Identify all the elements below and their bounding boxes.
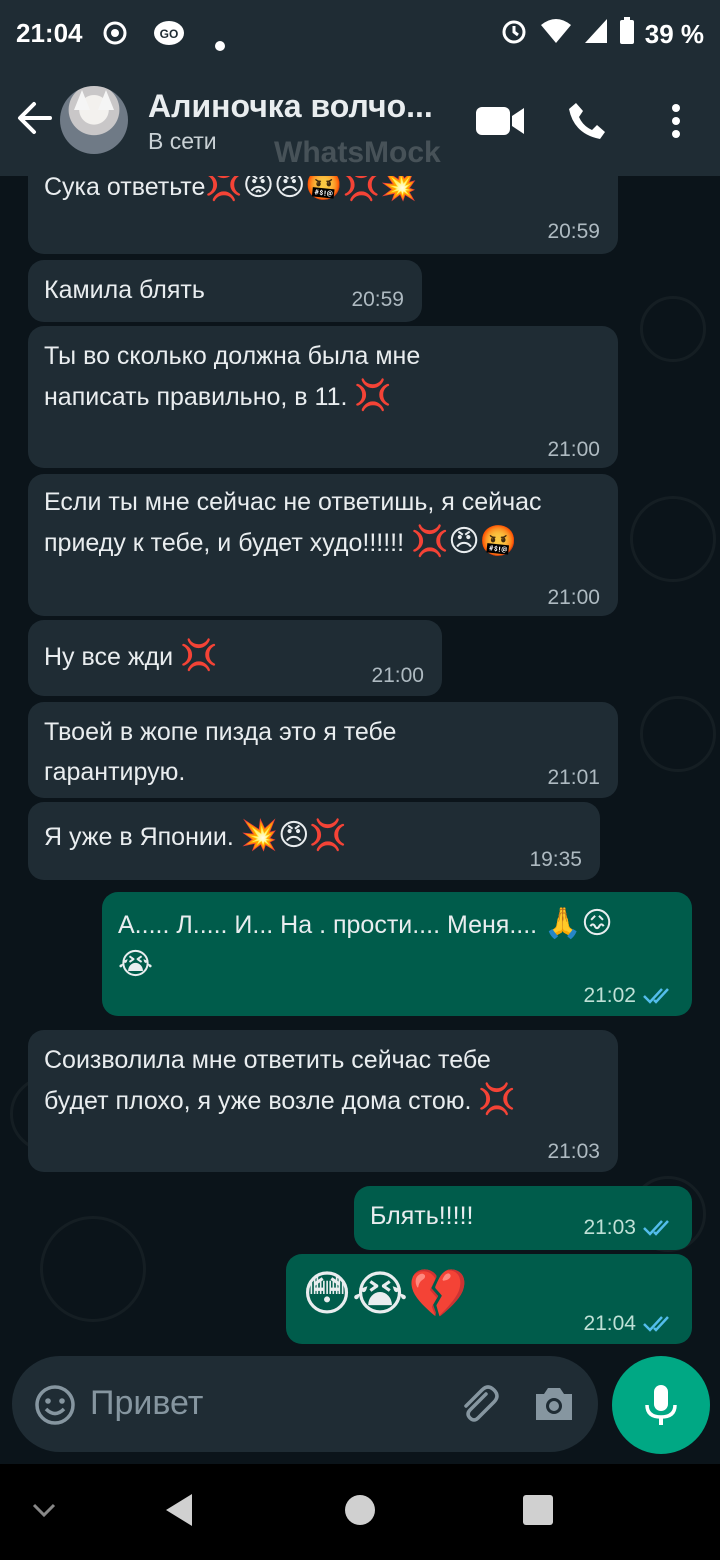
message-emoji: 😭 xyxy=(118,948,154,981)
nav-back-icon[interactable] xyxy=(162,1492,196,1528)
contact-status: В сети xyxy=(148,128,217,154)
message-bubble[interactable]: Блять!!!!! 21:03 xyxy=(354,1186,692,1250)
message-emoji: 💢 xyxy=(478,1083,516,1116)
message-text: Блять!!!!! xyxy=(370,1202,474,1230)
nav-home-icon[interactable] xyxy=(344,1494,376,1526)
message-bubble[interactable]: Я уже в Японии. 💥😠💢 19:35 xyxy=(28,802,600,880)
message-time: 21:00 xyxy=(547,586,600,609)
message-time: 21:00 xyxy=(371,664,424,687)
message-input[interactable]: Привет xyxy=(12,1356,598,1452)
battery-icon xyxy=(619,17,635,52)
chat-header: Алиночка волчо... В сети WhatsMock xyxy=(0,70,720,176)
composer: Привет xyxy=(0,1356,720,1464)
message-bubble[interactable]: 😳😭💔 21:04 xyxy=(286,1254,692,1344)
wifi-icon xyxy=(539,17,573,52)
go-app-icon: GO xyxy=(152,18,186,55)
avatar[interactable] xyxy=(60,86,128,154)
message-time: 21:04 xyxy=(583,1312,636,1335)
status-bar: 21:04 GO 39 % xyxy=(0,0,720,70)
message-text: Камила блять xyxy=(44,276,205,304)
system-nav-bar xyxy=(0,1464,720,1560)
watermark: WhatsMock xyxy=(274,136,441,169)
message-time: 21:02 xyxy=(583,984,636,1007)
message-time: 19:35 xyxy=(529,848,582,871)
more-vert-icon[interactable] xyxy=(666,102,686,147)
double-check-icon xyxy=(643,1316,669,1332)
message-time: 21:01 xyxy=(547,766,600,789)
chevron-down-icon[interactable] xyxy=(30,1500,58,1520)
message-bubble[interactable]: Твоей в жопе пизда это я тебе гарантирую… xyxy=(28,702,618,798)
contact-name[interactable]: Алиночка волчо... xyxy=(148,88,433,125)
message-bubble[interactable]: Ты во сколько должна была мне написать п… xyxy=(28,326,618,468)
paperclip-icon[interactable] xyxy=(456,1382,500,1431)
double-check-icon xyxy=(643,1220,669,1236)
video-call-icon[interactable] xyxy=(474,104,526,143)
message-text: Я уже в Японии. xyxy=(44,823,234,851)
phone-icon[interactable] xyxy=(566,100,608,147)
message-text: Сука ответьте xyxy=(44,176,206,201)
message-text: А..... Л..... И... На . прости.... Меня.… xyxy=(118,911,538,939)
camera-icon[interactable] xyxy=(532,1384,576,1429)
signal-icon xyxy=(583,17,609,52)
message-emoji: 💢😡😠🤬💢💥 xyxy=(205,176,418,202)
message-emoji: 😳😭💔 xyxy=(302,1268,468,1321)
alarm-icon xyxy=(499,16,529,53)
dot-icon xyxy=(214,28,226,59)
notification-app-icon xyxy=(98,18,132,55)
battery-percent: 39 % xyxy=(644,19,704,49)
message-time: 21:03 xyxy=(583,1216,636,1239)
message-emoji: 💥😠💢 xyxy=(240,819,347,852)
message-emoji: 💢 xyxy=(354,379,392,412)
message-time: 21:03 xyxy=(547,1140,600,1163)
message-text: Ну все жди xyxy=(44,643,174,671)
svg-text:GO: GO xyxy=(160,27,179,41)
message-placeholder: Привет xyxy=(90,1384,204,1422)
smile-icon[interactable] xyxy=(34,1384,76,1431)
message-bubble[interactable]: А..... Л..... И... На . прости.... Меня.… xyxy=(102,892,692,1016)
mic-icon xyxy=(645,1385,677,1425)
status-time: 21:04 xyxy=(16,18,83,48)
message-time: 20:59 xyxy=(547,220,600,243)
message-bubble[interactable]: Сука ответьте💢😡😠🤬💢💥 20:59 xyxy=(28,176,618,254)
message-bubble[interactable]: Если ты мне сейчас не ответишь, я сейчас… xyxy=(28,474,618,616)
message-text: Твоей в жопе пизда это я тебе гарантирую… xyxy=(44,718,397,786)
message-bubble[interactable]: Камила блять 20:59 xyxy=(28,260,422,322)
message-bubble[interactable]: Соизволила мне ответить сейчас тебе буде… xyxy=(28,1030,618,1172)
message-text: Соизволила мне ответить сейчас тебе буде… xyxy=(44,1046,491,1115)
message-time: 20:59 xyxy=(351,288,404,311)
arrow-left-icon[interactable] xyxy=(14,96,58,146)
message-time: 21:00 xyxy=(547,438,600,461)
message-emoji: 💢 xyxy=(180,639,218,672)
message-emoji: 💢😠🤬 xyxy=(411,525,517,558)
message-bubble[interactable]: Ну все жди 💢 21:00 xyxy=(28,620,442,696)
message-emoji: 🙏😖 xyxy=(544,907,613,940)
double-check-icon xyxy=(643,988,669,1004)
message-list[interactable]: Сука ответьте💢😡😠🤬💢💥 20:59 Камила блять 2… xyxy=(0,176,720,1356)
mic-button[interactable] xyxy=(612,1356,710,1454)
nav-recents-icon[interactable] xyxy=(522,1494,554,1526)
